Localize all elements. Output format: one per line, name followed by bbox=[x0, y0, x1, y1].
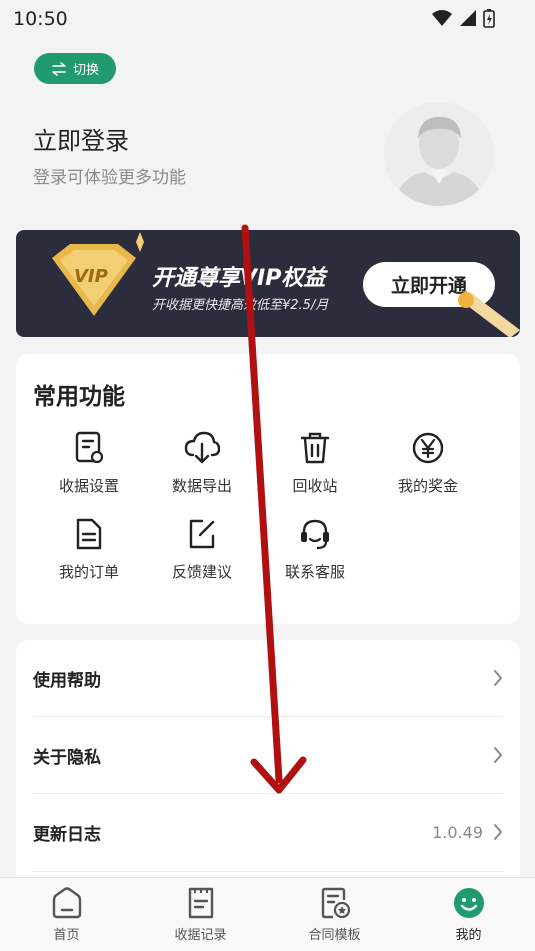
chevron-right-icon bbox=[494, 747, 502, 763]
login-title[interactable]: 立即登录 bbox=[33, 121, 129, 156]
menu-item-label: 关于隐私 bbox=[33, 747, 101, 768]
function-customer-service[interactable]: 联系客服 bbox=[260, 517, 370, 582]
menu-item-changelog[interactable]: 更新日志 1.0.49 bbox=[33, 794, 503, 870]
swap-arrows-icon bbox=[52, 61, 66, 76]
trash-icon bbox=[300, 432, 330, 464]
menu-item-privacy[interactable]: 关于隐私 bbox=[33, 717, 503, 793]
tab-mine[interactable]: 我的 bbox=[402, 878, 535, 951]
tab-receipt-records[interactable]: 收据记录 bbox=[134, 878, 267, 951]
contract-template-icon bbox=[321, 887, 350, 919]
tab-label: 合同模板 bbox=[308, 928, 361, 943]
tab-label: 首页 bbox=[53, 928, 80, 943]
menu-item-right: 1.0.49 bbox=[432, 823, 503, 842]
chevron-right-icon bbox=[494, 670, 502, 686]
chevron-right-icon bbox=[494, 824, 502, 840]
menu-item-label: 使用帮助 bbox=[33, 670, 101, 691]
common-functions-card: 常用功能 收据设置 数据导出 回收站 我的奖金 我的订单 反馈建议 联系客服 bbox=[16, 354, 520, 624]
menu-item-label: 更新日志 bbox=[33, 824, 101, 845]
function-label: 反馈建议 bbox=[171, 563, 232, 581]
version-text: 1.0.49 bbox=[432, 822, 483, 842]
home-icon bbox=[52, 887, 81, 919]
function-my-orders[interactable]: 我的订单 bbox=[34, 517, 144, 582]
receipt-list-icon bbox=[188, 887, 213, 919]
function-label: 收据设置 bbox=[58, 477, 119, 495]
document-icon bbox=[76, 518, 102, 550]
settings-menu-card: 使用帮助 关于隐私 更新日志 1.0.49 bbox=[16, 640, 520, 900]
tab-home[interactable]: 首页 bbox=[0, 878, 133, 951]
function-feedback[interactable]: 反馈建议 bbox=[147, 517, 257, 582]
signal-icon bbox=[460, 10, 476, 26]
headset-icon bbox=[301, 519, 329, 550]
vip-subtitle: 开收据更快捷高效低至¥2.5/月 bbox=[152, 298, 329, 313]
function-receipt-settings[interactable]: 收据设置 bbox=[34, 431, 144, 496]
menu-divider bbox=[33, 871, 503, 872]
menu-item-right bbox=[493, 746, 503, 764]
tab-label: 收据记录 bbox=[174, 928, 227, 943]
tab-contract-templates[interactable]: 合同模板 bbox=[268, 878, 401, 951]
wifi-icon bbox=[432, 10, 452, 26]
vip-diamond-icon: VIP bbox=[52, 232, 144, 316]
menu-item-help[interactable]: 使用帮助 bbox=[33, 640, 503, 716]
status-icons bbox=[431, 8, 495, 28]
vip-badge-text: VIP bbox=[74, 266, 108, 287]
vip-cursor-decoration-icon bbox=[458, 292, 520, 337]
menu-item-right bbox=[493, 669, 503, 687]
smile-face-icon bbox=[453, 888, 484, 918]
switch-button[interactable]: 切换 bbox=[34, 53, 116, 84]
tab-label: 我的 bbox=[455, 928, 482, 943]
switch-label: 切换 bbox=[72, 63, 99, 78]
battery-icon bbox=[483, 9, 495, 28]
yen-circle-icon bbox=[412, 432, 444, 464]
function-label: 数据导出 bbox=[171, 477, 232, 495]
function-data-export[interactable]: 数据导出 bbox=[147, 431, 257, 496]
cloud-download-icon bbox=[184, 431, 220, 464]
login-subtitle: 登录可体验更多功能 bbox=[33, 168, 186, 188]
bottom-tab-bar: 首页 收据记录 合同模板 我的 bbox=[0, 877, 535, 951]
functions-title: 常用功能 bbox=[33, 384, 125, 410]
function-my-bonus[interactable]: 我的奖金 bbox=[373, 431, 483, 496]
function-label: 联系客服 bbox=[284, 563, 345, 581]
receipt-settings-icon bbox=[75, 431, 104, 464]
function-recycle-bin[interactable]: 回收站 bbox=[260, 431, 370, 496]
default-user-icon bbox=[384, 102, 494, 206]
function-label: 我的奖金 bbox=[397, 477, 458, 495]
vip-banner[interactable]: VIP 开通尊享VIP权益 开收据更快捷高效低至¥2.5/月 立即开通 bbox=[16, 230, 520, 337]
edit-icon bbox=[189, 519, 215, 549]
function-label: 回收站 bbox=[292, 477, 338, 495]
function-label: 我的订单 bbox=[58, 563, 119, 581]
status-bar: 10:50 bbox=[0, 0, 535, 38]
avatar[interactable] bbox=[384, 102, 494, 206]
status-time: 10:50 bbox=[13, 8, 68, 30]
vip-title: 开通尊享VIP权益 bbox=[152, 266, 326, 291]
